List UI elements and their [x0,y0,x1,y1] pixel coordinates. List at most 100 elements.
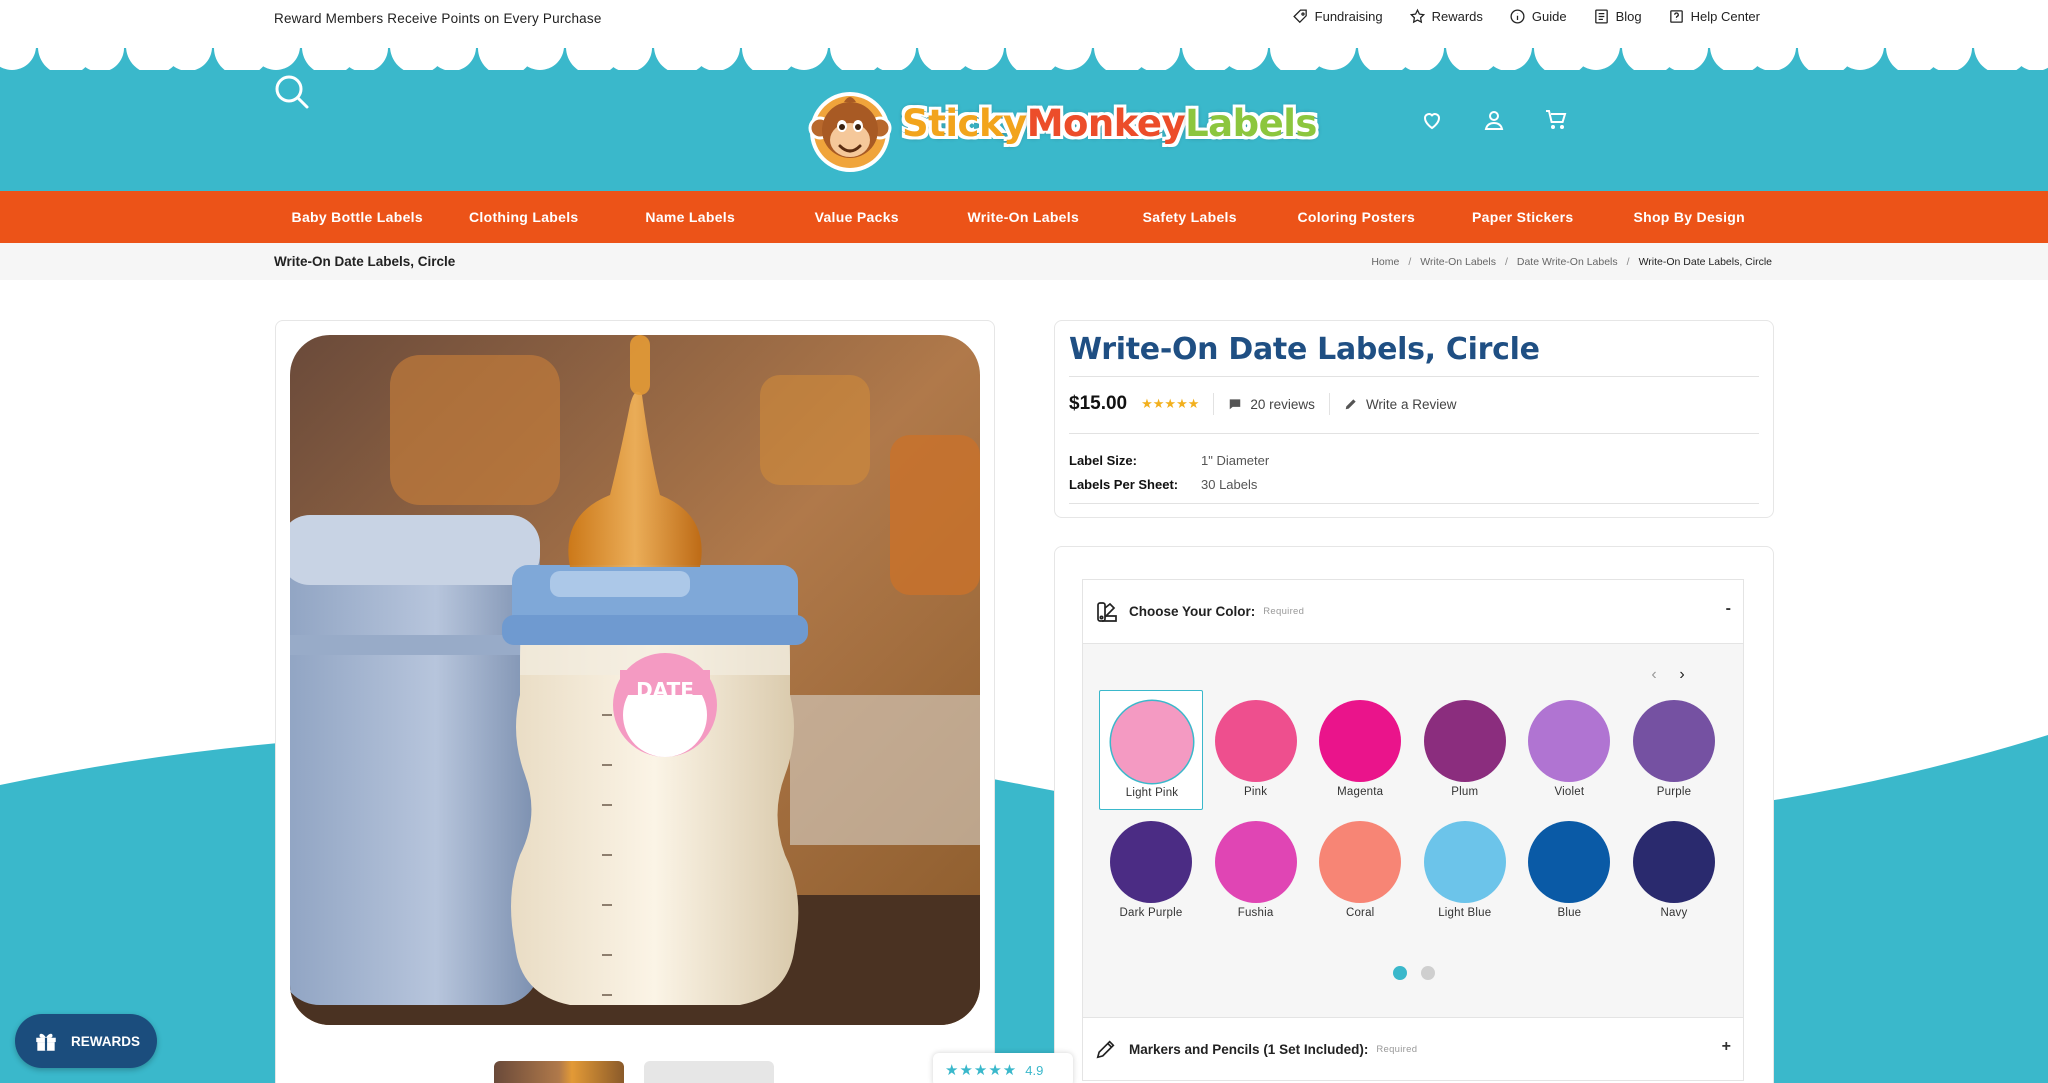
color-swatch-fushia[interactable]: Fushia [1204,811,1308,932]
required-tag: Required [1376,1043,1418,1055]
spec-row: Labels Per Sheet: 30 Labels [1069,473,1269,497]
swatch-label: Light Pink [1125,787,1179,799]
swatch-circle [1528,700,1611,782]
write-review-link[interactable]: Write a Review [1344,396,1457,412]
swatch-label: Navy [1660,907,1688,919]
swatch-label: Dark Purple [1119,907,1183,919]
markers-option-title: Markers and Pencils (1 Set Included): [1129,1041,1369,1057]
nav-item-safety-labels[interactable]: Safety Labels [1107,191,1274,243]
nav-item-value-packs[interactable]: Value Packs [774,191,941,243]
expand-toggle[interactable]: + [1722,1038,1731,1056]
product-options-card: Choose Your Color: Required - ‹ › Light … [1054,546,1774,1083]
nav-item-clothing-labels[interactable]: Clothing Labels [441,191,608,243]
swatch-circle [1214,821,1297,903]
color-swatch-violet[interactable]: Violet [1517,690,1621,811]
guide-link[interactable]: Guide [1509,8,1567,25]
color-option-title: Choose Your Color: [1129,604,1256,619]
product-price: $15.00 [1069,393,1128,414]
breadcrumb-date-write-on-labels[interactable]: Date Write-On Labels [1517,256,1618,268]
breadcrumb-write-on-labels[interactable]: Write-On Labels [1420,256,1496,268]
spec-value: 1" Diameter [1201,453,1270,468]
write-review-label: Write a Review [1365,396,1457,412]
color-swatch-magenta[interactable]: Magenta [1308,690,1412,811]
blog-icon [1594,9,1608,24]
thumbnail-1[interactable] [494,1061,624,1083]
cart-icon[interactable] [1544,108,1568,132]
breadcrumb-bar: Write-On Date Labels, Circle Home / Writ… [0,243,2048,280]
color-swatch-plum[interactable]: Plum [1413,690,1517,811]
account-icon[interactable] [1482,108,1506,132]
chevron-right-icon[interactable]: › [1673,666,1691,684]
thumbnail-strip [494,1061,774,1083]
rewards-launcher-button[interactable]: REWARDS [15,1014,157,1068]
chevron-left-icon[interactable]: ‹ [1645,666,1663,684]
color-swatch-coral[interactable]: Coral [1308,811,1412,932]
nav-item-coloring-posters[interactable]: Coloring Posters [1273,191,1440,243]
swatch-circle [1423,821,1506,903]
tag-icon [1292,9,1307,24]
color-swatches: Light Pink Pink Magenta Plum Violet Purple Dar… [1099,690,1729,932]
swatch-label: Purple [1656,786,1692,798]
divider [1069,433,1759,434]
swatch-circle [1111,701,1193,783]
pager-dot-1[interactable] [1393,966,1407,980]
product-main-image[interactable]: DATE [290,335,980,1025]
site-logo[interactable]: StickyMonkeyLabels [804,84,1317,176]
spec-label: Label Size: [1069,453,1137,468]
divider [1213,393,1215,415]
swatch-label: Coral [1345,907,1375,919]
pencil-icon [1096,1040,1115,1059]
nav-item-paper-stickers[interactable]: Paper Stickers [1440,191,1607,243]
color-swatch-dark-purple[interactable]: Dark Purple [1099,811,1203,932]
divider [1069,503,1759,504]
color-swatch-purple[interactable]: Purple [1622,690,1726,811]
color-swatch-light-blue[interactable]: Light Blue [1413,811,1517,932]
swatch-carousel-arrows: ‹ › [1645,666,1691,684]
markers-option-header[interactable]: Markers and Pencils (1 Set Included): Re… [1082,1017,1744,1081]
help-center-link[interactable]: Help Center [1668,8,1760,25]
review-rating-badge[interactable]: ★★★★★ 4.9 [933,1053,1073,1083]
rewards-link[interactable]: Rewards [1409,8,1483,25]
search-icon[interactable] [272,72,312,112]
color-swatch-light-pink[interactable]: Light Pink [1099,690,1203,810]
pencil-icon [1345,399,1356,410]
fundraising-link[interactable]: Fundraising [1292,8,1383,25]
swatch-circle [1632,821,1715,903]
swatch-label: Fushia [1237,907,1274,919]
swatch-circle [1319,821,1402,903]
swatch-pager [1393,966,1435,980]
product-specs: Label Size: 1" Diameter Labels Per Sheet… [1069,449,1269,497]
nav-item-name-labels[interactable]: Name Labels [607,191,774,243]
top-links: Fundraising Rewards Guide Blog Help Cent… [1292,8,1760,25]
product-title: Write-On Date Labels, Circle [1069,332,1540,367]
main-nav: Baby Bottle Labels Clothing Labels Name … [0,191,2048,243]
blog-link[interactable]: Blog [1593,8,1642,25]
color-swatch-pink[interactable]: Pink [1204,690,1308,811]
swatch-label: Plum [1451,786,1479,798]
reviews-link[interactable]: 20 reviews [1228,397,1315,412]
swatch-circle [1528,821,1611,903]
help-center-label: Help Center [1690,9,1760,24]
thumbnail-2[interactable] [644,1061,774,1083]
spec-label: Labels Per Sheet: [1069,477,1179,492]
help-icon [1669,10,1683,23]
pager-dot-2[interactable] [1421,966,1435,980]
breadcrumb-home[interactable]: Home [1371,256,1399,268]
star-icon [1409,8,1425,24]
guide-label: Guide [1531,9,1567,24]
color-swatch-blue[interactable]: Blue [1517,811,1621,932]
color-option-header[interactable]: Choose Your Color: Required - [1083,580,1743,644]
nav-item-shop-by-design[interactable]: Shop By Design [1606,191,1773,243]
rating-stars[interactable]: ★★★★★ [1141,396,1199,412]
heart-icon[interactable] [1420,108,1444,132]
rating-value: 4.9 [1025,1062,1044,1078]
required-tag: Required [1263,606,1305,617]
nav-item-baby-bottle-labels[interactable]: Baby Bottle Labels [274,191,441,243]
collapse-toggle[interactable]: - [1726,600,1731,618]
color-swatch-navy[interactable]: Navy [1622,811,1726,932]
nav-item-write-on-labels[interactable]: Write-On Labels [940,191,1107,243]
divider [1069,376,1759,377]
breadcrumb: Home / Write-On Labels / Date Write-On L… [1371,256,1772,268]
comment-icon [1230,399,1241,410]
swatch-label: Blue [1557,907,1582,919]
